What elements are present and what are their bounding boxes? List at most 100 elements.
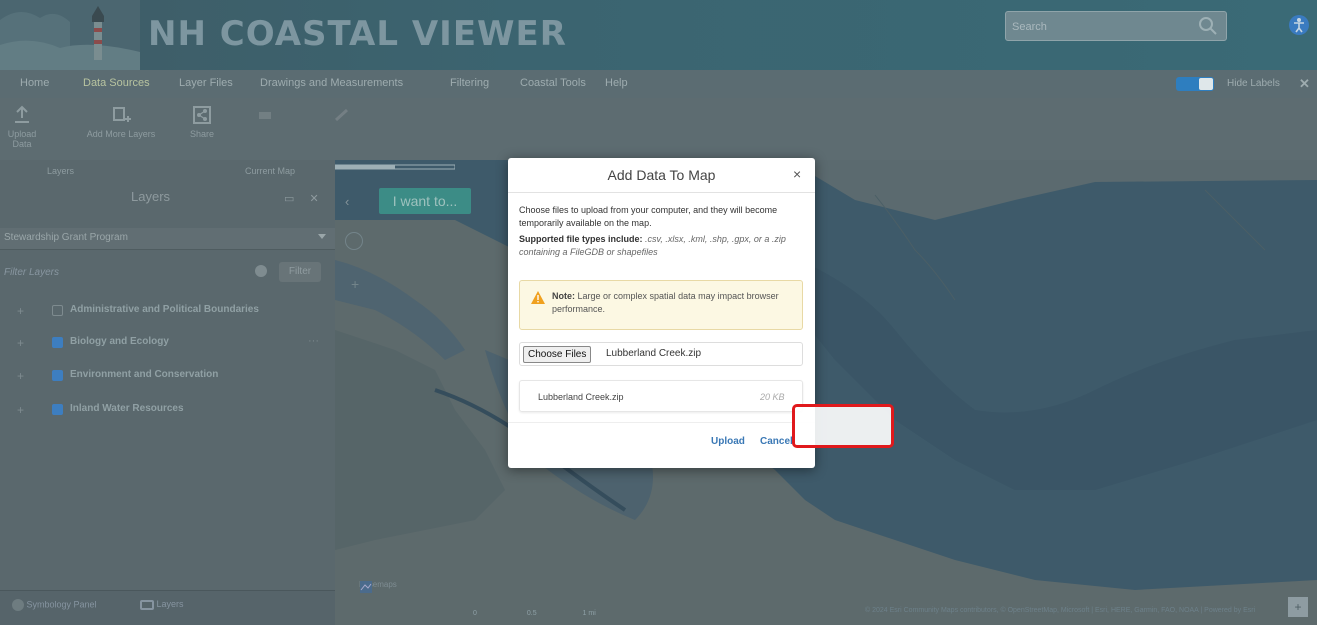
file-input[interactable]: Choose Files Lubberland Creek.zip — [519, 342, 803, 366]
symbology-tab[interactable]: Symbology Panel — [12, 599, 97, 611]
expand-icon[interactable]: + — [17, 304, 24, 318]
panel-controls: ▭ ✕ — [284, 192, 319, 205]
map-view[interactable]: ‹ I want to... + Basemaps 0 0.5 1 mi © 2… — [335, 160, 1317, 625]
menu-data-sources[interactable]: Data Sources — [83, 77, 150, 89]
menu-layer-files[interactable]: Layer Files — [179, 77, 233, 89]
selected-file-item: Lubberland Creek.zip 20 KB — [519, 380, 803, 412]
layer-checkbox[interactable] — [52, 305, 63, 316]
scale-label-half: 0.5 — [526, 610, 537, 617]
choose-files-button[interactable]: Choose Files — [523, 346, 592, 363]
filter-layers-input[interactable] — [4, 264, 234, 280]
toolbar: Upload Data Add More Layers Share — [0, 98, 1317, 160]
dialog-footer-divider — [508, 422, 815, 423]
chevron-down-icon — [318, 234, 326, 239]
search-box[interactable] — [1005, 11, 1227, 41]
toolbar-group-labels: Layers Current Map — [0, 166, 335, 180]
symbology-tab-label: Symbology Panel — [26, 599, 97, 610]
collapse-panel-icon[interactable]: ‹ — [345, 194, 349, 209]
scale-label-0: 0 — [473, 610, 477, 617]
i-want-to-button[interactable]: I want to... — [379, 188, 471, 214]
toggle-knob — [1199, 78, 1213, 90]
dialog-description: Choose files to upload from your compute… — [519, 205, 778, 228]
layer-item[interactable]: + Environment and Conservation — [0, 366, 335, 386]
expand-icon[interactable]: + — [17, 369, 24, 383]
layer-item[interactable]: + Biology and Ecology ··· — [0, 333, 335, 353]
expand-icon[interactable]: + — [17, 403, 24, 417]
layer-list-select[interactable]: Stewardship Grant Program — [0, 228, 335, 250]
note-body: Large or complex spatial data may impact… — [552, 291, 779, 314]
app-title: NH COASTAL VIEWER — [148, 14, 567, 54]
layers-icon — [140, 599, 154, 610]
performance-note: Note: Large or complex spatial data may … — [519, 280, 803, 330]
layer-item[interactable]: + Administrative and Political Boundarie… — [0, 301, 335, 321]
add-layers-icon — [113, 107, 131, 122]
print-button[interactable] — [250, 104, 280, 129]
layer-checkbox[interactable] — [52, 337, 63, 348]
scale-bar — [335, 164, 455, 170]
menu-coastal-tools[interactable]: Coastal Tools — [520, 77, 586, 89]
note-label: Note: — [552, 291, 575, 301]
layers-panel-title: Layers — [131, 189, 171, 204]
home-extent-icon[interactable] — [345, 232, 363, 250]
close-icon[interactable]: × — [793, 166, 801, 182]
panel-close-icon[interactable]: ✕ — [309, 193, 318, 205]
menu-drawings-measurements[interactable]: Drawings and Measurements — [260, 77, 403, 89]
close-toolbar-icon[interactable]: ✕ — [1299, 76, 1310, 92]
share-button[interactable]: Share — [185, 104, 219, 139]
clear-filter-icon[interactable] — [255, 265, 267, 277]
file-item-name: Lubberland Creek.zip — [538, 392, 624, 402]
map-attribution: © 2024 Esri Community Maps contributors,… — [865, 607, 1256, 614]
app-header: NH COASTAL VIEWER — [0, 0, 1317, 70]
add-data-dialog: Add Data To Map × Choose files to upload… — [508, 158, 815, 468]
highlight-box — [792, 404, 894, 448]
layer-checkbox[interactable] — [52, 370, 63, 381]
attribution-toggle[interactable]: + — [1288, 597, 1308, 617]
search-icon[interactable] — [1198, 16, 1218, 36]
chosen-file-name: Lubberland Creek.zip — [606, 348, 702, 359]
measure-button[interactable] — [327, 104, 357, 129]
dialog-title: Add Data To Map — [607, 167, 716, 183]
filter-row: Filter — [0, 258, 335, 286]
add-more-layers-button[interactable]: Add More Layers — [86, 104, 156, 139]
upload-icon — [15, 105, 29, 123]
share-icon — [193, 106, 211, 124]
layer-item[interactable]: + Inland Water Resources — [0, 400, 335, 420]
hide-labels-label: Hide Labels — [1227, 78, 1280, 89]
current-map-group-label: Current Map — [245, 166, 296, 176]
expand-icon[interactable]: + — [17, 336, 24, 350]
panel-minimize-icon[interactable]: ▭ — [284, 193, 294, 205]
note-text: Note: Large or complex spatial data may … — [552, 290, 798, 316]
map-basemap — [335, 160, 1317, 625]
basemaps-button[interactable]: Basemaps — [359, 580, 397, 593]
upload-data-label: Upload Data — [7, 129, 37, 149]
zoom-in-icon[interactable]: + — [351, 276, 359, 292]
layer-options-icon[interactable]: ··· — [308, 335, 319, 347]
share-label: Share — [189, 129, 215, 139]
warning-icon — [531, 291, 545, 304]
layers-tab[interactable]: Layers — [140, 599, 184, 610]
layers-panel: Layers Current Map Layers ▭ ✕ Stewardshi… — [0, 160, 335, 625]
menu-filtering[interactable]: Filtering — [450, 77, 489, 89]
layer-name: Biology and Ecology — [70, 336, 169, 347]
accessibility-icon[interactable] — [1288, 14, 1310, 36]
filter-button[interactable]: Filter — [279, 262, 321, 282]
layer-name: Administrative and Political Boundaries — [70, 304, 259, 315]
hide-labels-toggle[interactable] — [1176, 77, 1214, 91]
layer-name: Inland Water Resources — [70, 403, 184, 414]
supported-types: Supported file types include: .csv, .xls… — [519, 233, 809, 259]
menu-home[interactable]: Home — [20, 77, 49, 89]
supported-types-label: Supported file types include: — [519, 234, 643, 244]
layers-tab-label: Layers — [156, 599, 184, 609]
layers-group-label: Layers — [47, 166, 75, 176]
menu-help[interactable]: Help — [605, 77, 628, 89]
upload-data-button[interactable]: Upload Data — [4, 104, 40, 149]
measure-icon — [334, 108, 349, 122]
dialog-divider — [508, 192, 815, 193]
upload-button[interactable]: Upload — [707, 431, 749, 453]
layer-checkbox[interactable] — [52, 404, 63, 415]
search-input[interactable] — [1012, 18, 1162, 36]
lighthouse-logo — [0, 0, 140, 70]
symbology-icon — [12, 599, 24, 611]
file-item-size: 20 KB — [760, 392, 785, 402]
layer-list-selected-value: Stewardship Grant Program — [4, 232, 128, 243]
